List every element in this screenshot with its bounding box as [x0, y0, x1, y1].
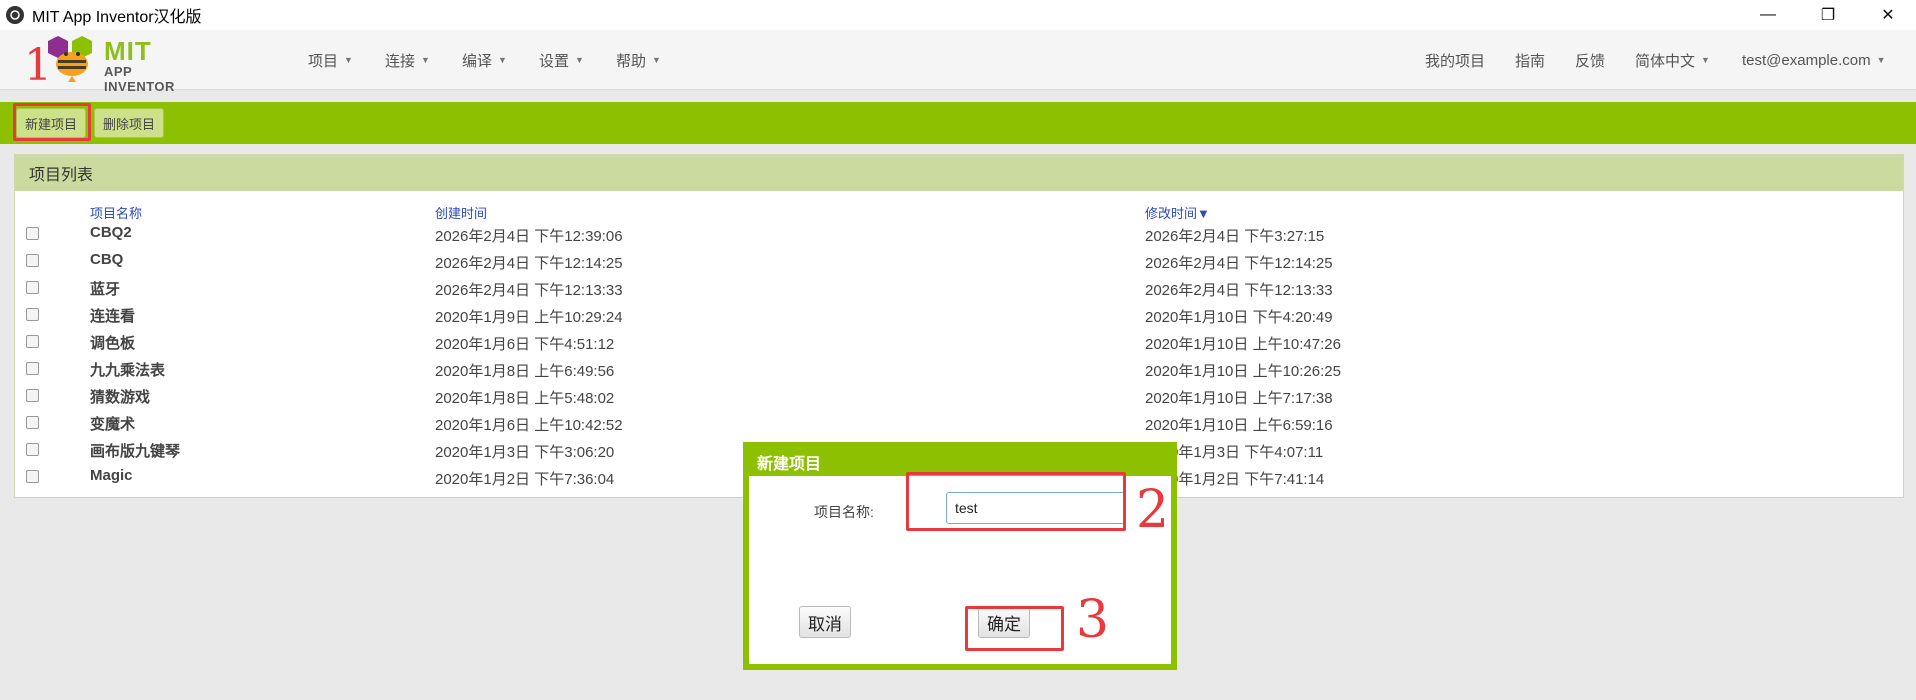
menu-project-label: 项目	[308, 52, 339, 70]
project-name-cell[interactable]: CBQ	[90, 251, 123, 268]
project-name-cell[interactable]: 连连看	[90, 305, 135, 326]
modified-time-cell: 2026年2月4日 下午3:27:15	[1145, 228, 1325, 245]
caret-down-icon: ▼	[1876, 55, 1886, 65]
menu-build-label: 编译	[462, 52, 493, 70]
modified-time-cell: 2020年1月10日 上午10:26:25	[1145, 363, 1341, 380]
table-row[interactable]: 调色板 2020年1月6日 下午4:51:12 2020年1月10日 上午10:47…	[15, 329, 1903, 356]
modified-time-cell: 2020年1月10日 上午7:17:38	[1145, 390, 1333, 407]
created-time-cell: 2020年1月2日 下午7:36:04	[435, 471, 615, 488]
project-name-cell[interactable]: 猜数游戏	[90, 386, 150, 407]
table-row[interactable]: 连连看 2020年1月9日 上午10:29:24 2020年1月10日 下午4:20…	[15, 302, 1903, 329]
delete-project-button[interactable]: 删除项目	[94, 108, 165, 138]
account-menu[interactable]: test@example.com ▼	[1742, 30, 1886, 90]
language-menu[interactable]: 简体中文 ▼	[1635, 30, 1710, 90]
modified-time-cell: 2020年1月10日 上午6:59:16	[1145, 417, 1333, 434]
column-header-modified[interactable]: 修改时间▼	[1145, 203, 1210, 222]
project-toolbar: 新建项目 删除项目	[0, 102, 1916, 144]
close-button[interactable]: ✕	[1858, 0, 1916, 30]
created-time-cell: 2020年1月8日 上午5:48:02	[435, 390, 615, 407]
annotation-number-3: 3	[1076, 590, 1110, 650]
table-row[interactable]: 蓝牙 2026年2月4日 下午12:13:33 2026年2月4日 下午12:13:…	[15, 275, 1903, 302]
mit-logo[interactable]: MIT APP INVENTOR	[44, 34, 204, 94]
row-checkbox[interactable]	[26, 335, 39, 348]
column-header-created[interactable]: 创建时间	[435, 203, 487, 222]
window-titlebar: MIT App Inventor汉化版 — ❐ ✕	[0, 0, 1916, 30]
caret-down-icon: ▼	[344, 55, 353, 65]
project-name-label: 项目名称:	[814, 504, 874, 520]
row-checkbox[interactable]	[26, 470, 39, 483]
menu-settings[interactable]: 设置 ▼	[539, 30, 584, 90]
modified-time-cell: 2020年1月10日 上午10:47:26	[1145, 336, 1341, 353]
row-checkbox[interactable]	[26, 254, 39, 267]
menu-build[interactable]: 编译 ▼	[462, 30, 507, 90]
project-name-cell[interactable]: 蓝牙	[90, 278, 120, 299]
column-header-name[interactable]: 项目名称	[90, 203, 142, 222]
row-checkbox[interactable]	[26, 389, 39, 402]
row-checkbox[interactable]	[26, 443, 39, 456]
row-checkbox[interactable]	[26, 227, 39, 240]
project-name-cell[interactable]: 调色板	[90, 332, 135, 353]
feedback-link[interactable]: 反馈	[1575, 30, 1605, 90]
caret-down-icon: ▼	[652, 55, 661, 65]
my-projects-link[interactable]: 我的项目	[1425, 30, 1485, 90]
project-name-cell[interactable]: 九九乘法表	[90, 359, 165, 380]
created-time-cell: 2020年1月8日 上午6:49:56	[435, 363, 615, 380]
annotation-box-2	[906, 472, 1126, 531]
annotation-number-1: 1	[24, 40, 52, 91]
project-name-cell[interactable]: 变魔术	[90, 413, 135, 434]
table-row[interactable]: 变魔术 2020年1月6日 上午10:42:52 2020年1月10日 上午6:59…	[15, 410, 1903, 437]
annotation-box-1	[13, 103, 91, 141]
annotation-number-2: 2	[1136, 480, 1170, 540]
table-row[interactable]: CBQ 2026年2月4日 下午12:14:25 2026年2月4日 下午12:14…	[15, 248, 1903, 275]
row-checkbox[interactable]	[26, 362, 39, 375]
project-list-title: 项目列表	[15, 155, 1903, 191]
modified-time-cell: 2020年1月10日 下午4:20:49	[1145, 309, 1333, 326]
row-checkbox[interactable]	[26, 281, 39, 294]
menu-help-label: 帮助	[616, 52, 647, 70]
created-time-cell: 2020年1月9日 上午10:29:24	[435, 309, 623, 326]
row-checkbox[interactable]	[26, 416, 39, 429]
menu-settings-label: 设置	[539, 52, 570, 70]
app-icon	[6, 6, 24, 24]
cancel-button[interactable]: 取消	[799, 606, 851, 638]
annotation-box-3	[965, 606, 1064, 651]
project-name-cell[interactable]: CBQ2	[90, 224, 132, 241]
column-header-modified-label: 修改时间	[1145, 206, 1198, 221]
created-time-cell: 2026年2月4日 下午12:13:33	[435, 282, 623, 299]
bee-logo-icon	[48, 36, 92, 82]
created-time-cell: 2026年2月4日 下午12:14:25	[435, 255, 623, 272]
window-title: MIT App Inventor汉化版	[32, 9, 202, 26]
restore-button[interactable]: ❐	[1798, 0, 1858, 30]
project-name-cell[interactable]: 画布版九键琴	[90, 440, 180, 461]
modified-time-cell: 2026年2月4日 下午12:13:33	[1145, 282, 1333, 299]
app-header: MIT APP INVENTOR 项目 ▼ 连接 ▼ 编译 ▼ 设置 ▼ 帮助 ▼ 我的项…	[0, 30, 1916, 94]
modified-time-cell: 2026年2月4日 下午12:14:25	[1145, 255, 1333, 272]
guide-link[interactable]: 指南	[1515, 30, 1545, 90]
language-label: 简体中文	[1635, 52, 1696, 70]
table-row[interactable]: 九九乘法表 2020年1月8日 上午6:49:56 2020年1月10日 上午10:…	[15, 356, 1903, 383]
caret-down-icon: ▼	[498, 55, 507, 65]
minimize-button[interactable]: —	[1738, 0, 1798, 30]
table-row[interactable]: CBQ2 2026年2月4日 下午12:39:06 2026年2月4日 下午3:27…	[15, 221, 1903, 248]
menu-help[interactable]: 帮助 ▼	[616, 30, 661, 90]
sort-desc-icon: ▼	[1197, 206, 1210, 221]
project-name-cell[interactable]: Magic	[90, 467, 133, 484]
row-checkbox[interactable]	[26, 308, 39, 321]
logo-mit-text: MIT	[104, 36, 152, 66]
menu-connect[interactable]: 连接 ▼	[385, 30, 430, 90]
created-time-cell: 2020年1月6日 下午4:51:12	[435, 336, 615, 353]
created-time-cell: 2026年2月4日 下午12:39:06	[435, 228, 623, 245]
caret-down-icon: ▼	[575, 55, 584, 65]
menu-project[interactable]: 项目 ▼	[308, 30, 353, 90]
caret-down-icon: ▼	[1701, 55, 1710, 65]
table-row[interactable]: 猜数游戏 2020年1月8日 上午5:48:02 2020年1月10日 上午7:17…	[15, 383, 1903, 410]
created-time-cell: 2020年1月3日 下午3:06:20	[435, 444, 615, 461]
menu-connect-label: 连接	[385, 52, 416, 70]
caret-down-icon: ▼	[421, 55, 430, 65]
account-label: test@example.com	[1742, 51, 1871, 69]
created-time-cell: 2020年1月6日 上午10:42:52	[435, 417, 623, 434]
logo-sub-text: APP INVENTOR	[104, 64, 175, 94]
